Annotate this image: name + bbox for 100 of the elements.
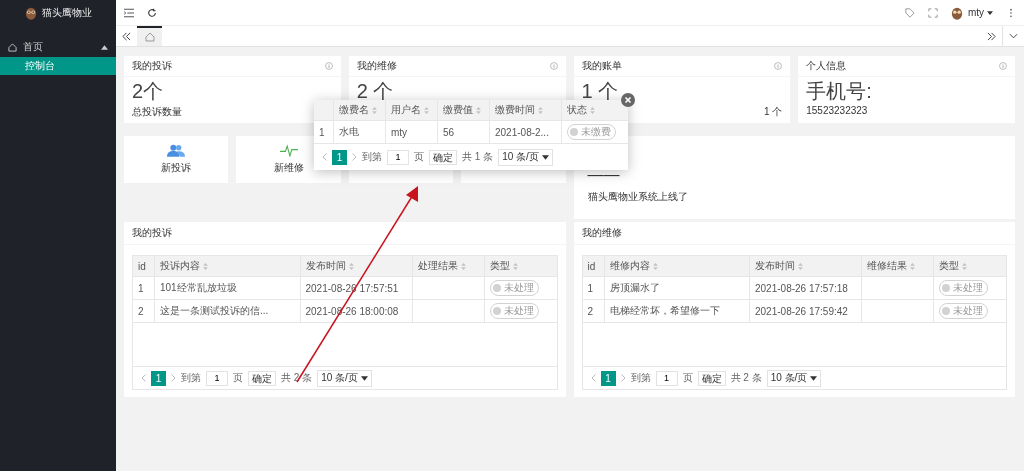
close-icon[interactable] (621, 93, 635, 107)
people-icon (167, 144, 186, 157)
column-header[interactable]: 状态 (562, 100, 628, 120)
table-cell: 这是一条测试投诉的信... (155, 300, 301, 322)
sort-icon[interactable] (652, 262, 658, 270)
goto-label: 到第 (362, 150, 382, 164)
column-header[interactable]: 缴费值 (438, 100, 490, 120)
sort-icon[interactable] (372, 106, 377, 114)
total-count: 共 2 条 (730, 371, 762, 385)
table-cell: 2021-08-26 17:59:42 (750, 300, 862, 322)
page-input[interactable]: 1 (655, 370, 678, 386)
stat-value: 2个 (132, 80, 164, 103)
next-page-icon[interactable] (352, 153, 357, 161)
confirm-button[interactable]: 确定 (429, 149, 457, 165)
previous-page-icon[interactable] (322, 153, 327, 161)
table-cell: 101经常乱放垃圾 (155, 277, 301, 299)
table-cell: 1 (582, 277, 605, 299)
previous-page-icon[interactable] (141, 374, 146, 382)
table-cell: 2021-08-26 17:57:18 (750, 277, 862, 299)
table-cell: 56 (438, 121, 490, 143)
column-header[interactable]: 发布时间 (300, 256, 413, 276)
fullscreen-icon[interactable] (927, 7, 938, 18)
page-input[interactable]: 1 (206, 370, 228, 386)
caret-icon (987, 10, 993, 15)
home-tab[interactable] (137, 26, 162, 46)
table-cell: 2021-08-2... (490, 121, 562, 143)
column-header[interactable]: 发布时间 (750, 256, 862, 276)
sort-icon[interactable] (203, 262, 208, 270)
next-page-icon[interactable] (171, 374, 176, 382)
page-input[interactable]: 1 (387, 149, 409, 165)
column-header[interactable]: 类型 (934, 256, 1006, 276)
column-header[interactable]: 维修内容 (604, 256, 750, 276)
chevron-down-icon (810, 375, 818, 381)
card-title: 我的维修 (356, 59, 397, 73)
panel-title: 我的维修 (573, 222, 1015, 245)
caret-icon (101, 44, 108, 50)
notice-text: 猫头鹰物业系统上线了 (587, 190, 689, 204)
sort-icon[interactable] (424, 106, 429, 114)
stat-value: 2 个 (356, 80, 394, 103)
sort-icon[interactable] (538, 106, 543, 114)
sort-icon[interactable] (460, 262, 466, 270)
sort-icon[interactable] (348, 262, 354, 270)
next-page-icon[interactable] (620, 374, 626, 382)
column-header[interactable]: 维修结果 (862, 256, 934, 276)
confirm-button[interactable]: 确定 (248, 370, 276, 386)
total-count: 共 2 条 (281, 371, 313, 385)
table-cell: 电梯经常坏，希望修一下 (604, 300, 750, 322)
column-header[interactable]: id (582, 256, 605, 276)
stat-value: 手机号: (806, 80, 872, 103)
sort-icon[interactable] (910, 262, 915, 270)
info-icon[interactable] (999, 62, 1007, 70)
sort-icon[interactable] (512, 262, 518, 270)
current-page[interactable]: 1 (332, 149, 347, 165)
card-title: 我的投诉 (132, 59, 172, 73)
column-header[interactable]: 类型 (484, 256, 557, 276)
column-header[interactable]: 缴费名 (334, 100, 386, 120)
refresh-icon[interactable] (147, 7, 157, 18)
pulse-icon (279, 144, 298, 157)
current-page[interactable]: 1 (600, 370, 616, 386)
previous-page-icon[interactable] (590, 374, 596, 382)
table-cell: 水电 (334, 121, 386, 143)
app-title: 猫头鹰物业 (41, 5, 92, 20)
column-header[interactable]: id (133, 256, 155, 276)
table-cell: 1 (314, 121, 334, 143)
sort-icon[interactable] (798, 262, 803, 270)
card-title: 我的账单 (581, 59, 622, 73)
column-header[interactable]: 投诉内容 (155, 256, 301, 276)
owl-logo-icon (24, 5, 37, 20)
table-cell: 1 (133, 277, 155, 299)
menu-icon[interactable] (124, 7, 134, 18)
page-unit: 页 (233, 371, 243, 385)
avatar-icon[interactable] (950, 5, 963, 20)
confirm-button[interactable]: 确定 (697, 370, 726, 386)
column-header[interactable]: 用户名 (386, 100, 438, 120)
page-size-select[interactable]: 10 条/页 (317, 369, 372, 387)
nav-item[interactable]: 首页 (0, 37, 116, 57)
sort-icon[interactable] (962, 262, 967, 270)
home-icon (8, 42, 17, 52)
nav-subitem[interactable]: 控制台 (0, 57, 116, 75)
stat-value: 1 个 (581, 80, 619, 103)
sort-icon[interactable] (476, 106, 481, 114)
stat-caption: 1 个 (763, 105, 783, 119)
column-header[interactable]: 处理结果 (412, 256, 485, 276)
shortcut-card[interactable]: 新投诉 (124, 136, 229, 183)
total-count: 共 1 条 (462, 150, 494, 164)
sort-icon[interactable] (590, 106, 595, 114)
tag-icon[interactable] (904, 7, 915, 18)
info-icon[interactable] (774, 62, 783, 70)
table-cell: 2 (133, 300, 155, 322)
column-header[interactable]: 缴费时间 (490, 100, 562, 120)
page-size-select[interactable]: 10 条/页 (766, 369, 822, 387)
info-icon[interactable] (549, 62, 558, 70)
stat-caption: 总投诉数量 (132, 105, 182, 119)
table-cell: 2 (582, 300, 605, 322)
page-size-select[interactable]: 10 条/页 (498, 148, 553, 166)
info-icon[interactable] (324, 62, 333, 70)
card-title: 个人信息 (806, 59, 847, 73)
chevron-down-icon (541, 154, 549, 160)
current-page[interactable]: 1 (151, 370, 166, 386)
user-menu[interactable]: mty (967, 7, 993, 18)
